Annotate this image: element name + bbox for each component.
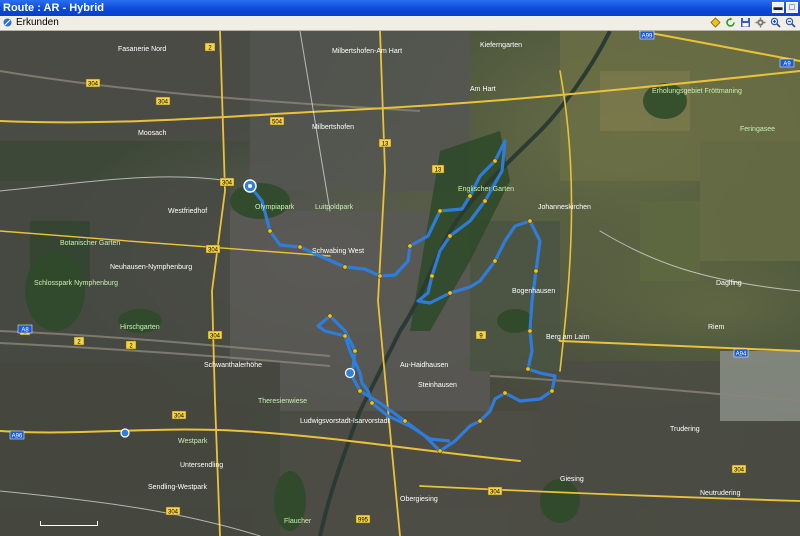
label-trudering: Trudering [670, 426, 700, 433]
label-luitpoldpark: Luitpoldpark [315, 204, 354, 211]
label-sendling-westpark: Sendling-Westpark [148, 484, 208, 491]
autobahn-shield: A9 [779, 58, 795, 68]
scale-bar [40, 517, 100, 531]
label-westfriedhof: Westfriedhof [168, 208, 207, 215]
autobahn-shield: A99 [639, 31, 655, 40]
autobahn-shield: A94 [733, 348, 749, 358]
svg-text:304: 304 [158, 100, 169, 106]
label-berg-am-laim: Berg am Laim [546, 334, 590, 341]
label-olympiapark: Olympiapark [255, 204, 295, 211]
label-kieferngarten: Kieferngarten [480, 42, 522, 49]
explore-icon [3, 18, 12, 27]
toolbar-actions [710, 17, 796, 28]
label-bogenhausen: Bogenhausen [512, 288, 555, 295]
window-title: Route : AR - Hybrid [3, 2, 105, 14]
road-shield: 13 [431, 164, 445, 174]
road-shield: 2 [73, 336, 85, 346]
label-schlosspark-nymphenburg: Schlosspark Nymphenburg [34, 280, 118, 287]
save-icon[interactable] [740, 17, 751, 28]
road-shield: 304 [155, 96, 171, 106]
svg-text:A94: A94 [736, 352, 747, 358]
label-ludwigsvorstadt-isarvorstadt: Ludwigsvorstadt-Isarvorstadt [300, 418, 390, 425]
minimize-button[interactable]: ▬ [772, 2, 784, 13]
title-bar: Route : AR - Hybrid ▬ □ [0, 0, 800, 16]
svg-text:304: 304 [208, 248, 219, 254]
window-controls: ▬ □ [772, 2, 798, 13]
label-moosach: Moosach [138, 130, 167, 137]
road-shield: 304 [207, 330, 223, 340]
label-obergiesing: Obergiesing [400, 496, 438, 503]
maximize-button[interactable]: □ [786, 2, 798, 13]
label-neutrudering: Neutrudering [700, 490, 741, 497]
road-shield: 504 [269, 116, 285, 126]
road-shield: 304 [171, 410, 187, 420]
label-untersendling: Untersendling [180, 462, 223, 469]
toolbar: Erkunden [0, 16, 800, 31]
svg-text:504: 504 [272, 120, 283, 126]
settings-icon[interactable] [755, 17, 766, 28]
zoom-out-icon[interactable] [785, 17, 796, 28]
label-botanischer-garten: Botanischer Garten [60, 240, 120, 247]
road-shield: 2 [125, 340, 137, 350]
label-steinhausen: Steinhausen [418, 382, 457, 389]
svg-text:13: 13 [382, 142, 389, 148]
diamond-icon[interactable] [710, 17, 721, 28]
label-westpark: Westpark [178, 438, 208, 445]
map-canvas: 304 304 2 304 504 13 2 2 304 304 304 2 1… [0, 31, 800, 536]
label-schwanthalerhoehe: Schwanthalerhöhe [204, 362, 262, 369]
svg-text:304: 304 [734, 468, 745, 474]
label-flaucher: Flaucher [284, 518, 312, 525]
label-theresienwiese: Theresienwiese [258, 398, 307, 405]
label-hirschgarten: Hirschgarten [120, 324, 160, 331]
svg-text:A96: A96 [12, 434, 23, 440]
label-daglfing: Daglfing [716, 280, 742, 287]
refresh-icon[interactable] [725, 17, 736, 28]
svg-text:304: 304 [168, 510, 179, 516]
route-end-marker[interactable] [344, 367, 356, 379]
label-johanneskirchen: Johanneskirchen [538, 204, 591, 211]
label-englischer-garten: Englischer Garten [458, 186, 514, 193]
svg-text:304: 304 [222, 181, 233, 187]
svg-text:304: 304 [174, 414, 185, 420]
road-shield: 995 [355, 514, 371, 524]
label-giesing: Giesing [560, 476, 584, 483]
svg-text:304: 304 [88, 82, 99, 88]
svg-text:995: 995 [358, 518, 369, 524]
autobahn-shield: A8 [17, 324, 33, 334]
scale-bar-line [40, 521, 98, 526]
road-shield: 304 [165, 506, 181, 516]
road-shield: 304 [205, 244, 221, 254]
map-view[interactable]: 304 304 2 304 504 13 2 2 304 304 304 2 1… [0, 31, 800, 536]
svg-text:A9: A9 [783, 62, 791, 68]
svg-text:304: 304 [490, 490, 501, 496]
label-au-haidhausen: Au-Haidhausen [400, 362, 448, 369]
label-am-hart: Am Hart [470, 86, 496, 93]
svg-text:304: 304 [210, 334, 221, 340]
road-shield: 9 [475, 330, 487, 340]
label-fasanerie-nord: Fasanerie Nord [118, 46, 166, 53]
label-milbertshofen: Milbertshofen [312, 124, 354, 131]
label-schwabing-west: Schwabing West [312, 248, 364, 255]
location-marker[interactable] [120, 428, 130, 438]
road-shield: 304 [85, 78, 101, 88]
zoom-in-icon[interactable] [770, 17, 781, 28]
route-start-marker[interactable] [243, 179, 257, 193]
svg-text:A8: A8 [21, 328, 29, 334]
svg-text:13: 13 [435, 168, 442, 174]
road-shield: 304 [219, 177, 235, 187]
road-shield: 2 [204, 42, 216, 52]
label-feringasee: Feringasee [740, 126, 775, 133]
label-riem: Riem [708, 324, 725, 331]
mode-selector[interactable]: Erkunden [2, 17, 59, 28]
road-shield: 304 [731, 464, 747, 474]
road-shield: 304 [487, 486, 503, 496]
label-neuhausen-nymphenburg: Neuhausen-Nymphenburg [110, 264, 192, 271]
autobahn-shield: A96 [9, 430, 25, 440]
mode-label: Erkunden [16, 17, 59, 28]
svg-text:A99: A99 [642, 34, 653, 40]
label-erholungsgebiet: Erholungsgebiet Fröttmaning [652, 88, 742, 95]
road-shield: 13 [378, 138, 392, 148]
label-milbertshofen-am-hart: Milbertshofen-Am Hart [332, 48, 402, 55]
